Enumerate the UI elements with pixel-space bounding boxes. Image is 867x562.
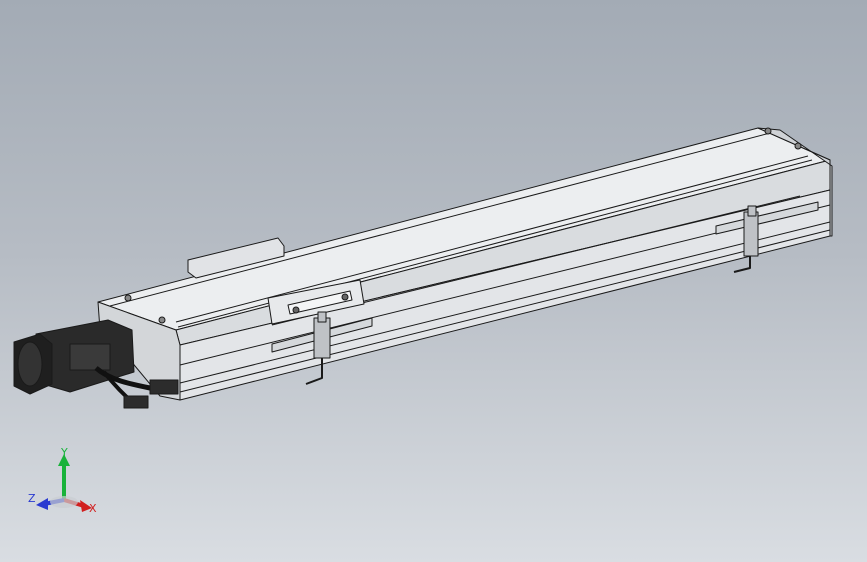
screw-hole: [764, 127, 772, 135]
screw-hole: [292, 306, 300, 314]
graphics-viewport[interactable]: Y X Z: [0, 0, 867, 562]
screw-hole: [794, 142, 802, 150]
screw-hole: [158, 316, 166, 324]
x-axis-label: X: [89, 502, 97, 515]
screw-hole: [341, 293, 349, 301]
cable-plug-lower[interactable]: [123, 395, 149, 409]
coordinate-triad: Y X Z: [28, 446, 97, 515]
y-axis-label: Y: [60, 446, 68, 459]
linear-actuator-model[interactable]: [13, 127, 833, 409]
z-axis-label: Z: [28, 492, 36, 505]
cable-plug-upper[interactable]: [149, 379, 179, 395]
screw-hole: [124, 294, 132, 302]
motor-connector-box[interactable]: [69, 343, 111, 371]
model-view[interactable]: Y X Z: [0, 0, 867, 562]
z-axis-arrow: [36, 498, 48, 510]
motor-rear-cap: [17, 341, 43, 387]
triad-origin: [50, 496, 78, 508]
